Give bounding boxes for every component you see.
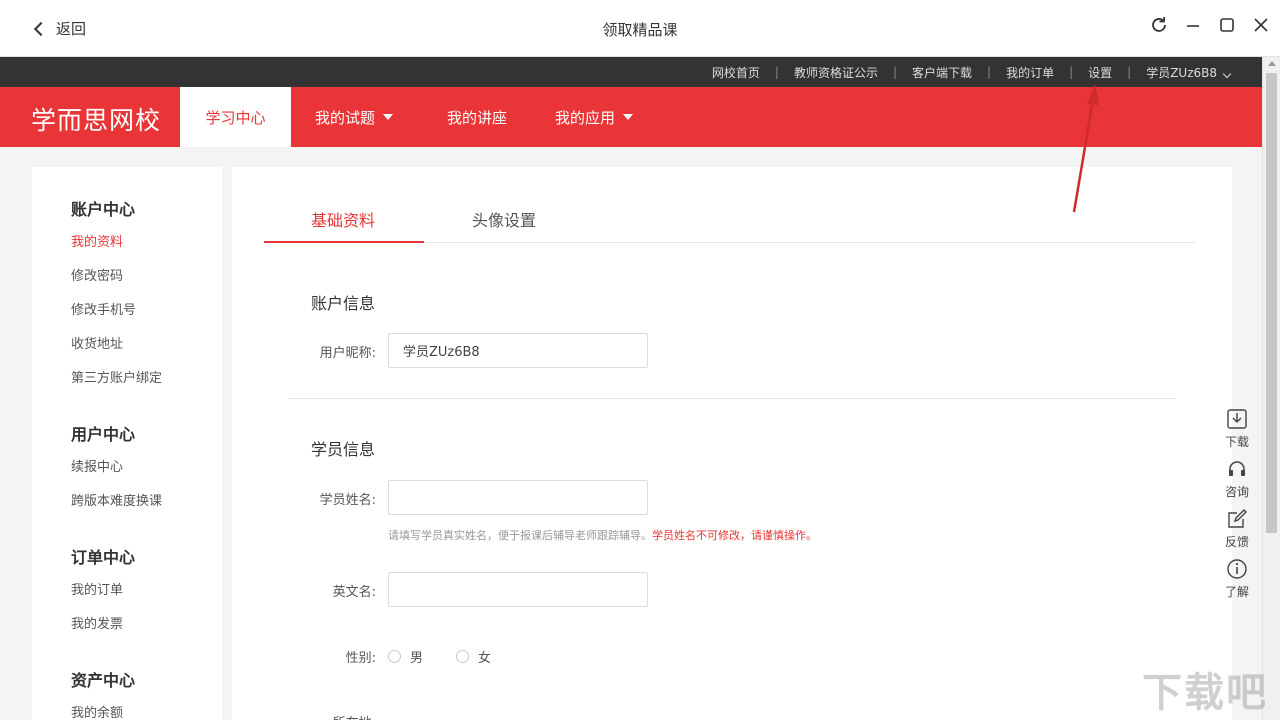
sidebar-group-account: 账户中心 [71, 200, 136, 219]
profile-panel: 基础资料 头像设置 账户信息 用户昵称: 学员ZUz6B8 学员信息 学员姓名:… [232, 167, 1232, 720]
watermark-logo: 下载吧 [1142, 670, 1268, 716]
float-download-label: 下载 [1224, 435, 1249, 449]
english-name-label: 英文名: [332, 585, 376, 600]
nickname-value: 学员ZUz6B8 [403, 345, 480, 360]
float-about[interactable]: 了解 [1218, 558, 1256, 600]
top-links: 网校首页 | 教师资格证公示 | 客户端下载 | 我的订单 | 设置 | 学员Z… [712, 57, 1232, 87]
close-icon [1254, 18, 1268, 32]
username: 学员ZUz6B8 [1146, 65, 1217, 80]
student-name-hint: 请填写学员真实姓名，便于报课后辅导老师跟踪辅导。学员姓名不可修改，请谨慎操作。 [388, 527, 817, 543]
sidebar-group-assets: 资产中心 [71, 671, 136, 690]
sidebar-item-my-balance[interactable]: 我的余额 [71, 702, 123, 720]
student-name-label: 学员姓名: [319, 493, 376, 508]
profile-tabs: 基础资料 头像设置 [264, 167, 1195, 243]
sidebar-item-change-phone[interactable]: 修改手机号 [71, 299, 136, 318]
separator: | [987, 65, 992, 79]
sidebar-item-my-profile[interactable]: 我的资料 [71, 231, 123, 250]
separator: | [1069, 65, 1074, 79]
hint-warning: 学员姓名不可修改，请谨慎操作。 [652, 529, 817, 542]
english-name-input[interactable] [388, 572, 648, 607]
nav-label: 我的讲座 [447, 108, 508, 127]
nickname-input[interactable]: 学员ZUz6B8 [388, 333, 648, 368]
float-feedback-label: 反馈 [1224, 535, 1249, 549]
tab-avatar-settings[interactable]: 头像设置 [472, 207, 536, 231]
toplink-home[interactable]: 网校首页 [712, 64, 760, 81]
float-consult-label: 咨询 [1224, 485, 1249, 499]
nickname-label: 用户昵称: [319, 346, 376, 361]
toplink-my-orders[interactable]: 我的订单 [1006, 64, 1054, 81]
top-link-bar: 网校首页 | 教师资格证公示 | 客户端下载 | 我的订单 | 设置 | 学员Z… [0, 57, 1262, 87]
minimize-icon [1187, 25, 1199, 27]
gender-option-label: 女 [478, 651, 492, 666]
sidebar-item-third-party-binding[interactable]: 第三方账户绑定 [71, 367, 162, 386]
scrollbar-thumb[interactable] [1266, 73, 1277, 533]
separator: | [1127, 65, 1132, 79]
feedback-icon [1228, 509, 1247, 528]
separator: | [892, 65, 897, 79]
float-consult[interactable]: 咨询 [1218, 458, 1256, 500]
gender-label: 性别: [345, 651, 376, 666]
refresh-button[interactable] [1148, 14, 1170, 36]
section-title-student: 学员信息 [311, 440, 376, 459]
refresh-icon [1152, 17, 1166, 32]
toplink-teacher-cert[interactable]: 教师资格证公示 [794, 64, 878, 81]
section-title-account: 账户信息 [311, 294, 376, 313]
tab-basic-info[interactable]: 基础资料 [311, 207, 375, 231]
gender-radio-female[interactable]: 女 [456, 647, 491, 666]
window-titlebar: 返回 领取精品课 [0, 0, 1280, 57]
toplink-settings[interactable]: 设置 [1088, 64, 1112, 81]
radio-circle [388, 650, 401, 663]
float-about-label: 了解 [1224, 585, 1249, 599]
nav-my-apps[interactable]: 我的应用 [537, 87, 651, 147]
nav-items: 学习中心 我的试题 我的讲座 我的应用 [180, 87, 651, 147]
nav-my-lectures[interactable]: 我的讲座 [417, 87, 537, 147]
sidebar-item-my-orders[interactable]: 我的订单 [71, 579, 123, 598]
sidebar: 账户中心 我的资料 修改密码 修改手机号 收货地址 第三方账户绑定 用户中心 续… [32, 167, 222, 720]
sidebar-item-change-password[interactable]: 修改密码 [71, 265, 123, 284]
minimize-button[interactable] [1182, 14, 1204, 36]
radio-circle [456, 650, 469, 663]
main-nav: 学而思网校 学习中心 我的试题 我的讲座 我的应用 [0, 87, 1262, 147]
float-feedback[interactable]: 反馈 [1218, 508, 1256, 550]
sidebar-group-orders: 订单中心 [71, 548, 136, 567]
nav-label: 我的试题 [315, 108, 376, 127]
toplink-client-download[interactable]: 客户端下载 [912, 64, 972, 81]
float-download[interactable]: 下载 [1218, 408, 1256, 450]
sidebar-item-shipping-address[interactable]: 收货地址 [71, 333, 123, 352]
brand-logo[interactable]: 学而思网校 [31, 101, 161, 137]
hint-text: 请填写学员真实姓名，便于报课后辅导老师跟踪辅导。 [388, 529, 652, 542]
nav-label: 学习中心 [205, 108, 266, 127]
headset-icon [1229, 461, 1245, 476]
nav-my-tests[interactable]: 我的试题 [291, 87, 417, 147]
chevron-down-icon [1222, 69, 1232, 78]
separator: | [774, 65, 779, 79]
maximize-icon [1220, 18, 1234, 32]
vertical-scrollbar[interactable] [1262, 57, 1280, 720]
dropdown-triangle-icon [623, 114, 634, 120]
dropdown-triangle-icon [383, 114, 394, 120]
scroll-up-icon[interactable] [1268, 61, 1276, 66]
close-button[interactable] [1250, 14, 1272, 36]
sidebar-item-switch-course[interactable]: 跨版本难度换课 [71, 490, 162, 509]
location-label: 所在地: [276, 712, 376, 720]
gender-radio-male[interactable]: 男 [388, 647, 423, 666]
maximize-button[interactable] [1216, 14, 1238, 36]
active-tab-indicator [264, 241, 424, 243]
nav-label: 我的应用 [555, 108, 616, 127]
nav-study-center[interactable]: 学习中心 [180, 87, 291, 147]
window-title: 领取精品课 [602, 21, 678, 39]
sidebar-group-user: 用户中心 [71, 425, 136, 444]
gender-option-label: 男 [410, 651, 424, 666]
user-menu[interactable]: 学员ZUz6B8 [1146, 64, 1232, 81]
sidebar-item-renewal[interactable]: 续报中心 [71, 456, 123, 475]
section-divider [288, 398, 1176, 399]
info-icon [1227, 559, 1247, 579]
window-controls [1148, 14, 1272, 36]
download-icon [1227, 409, 1247, 429]
student-name-input[interactable] [388, 480, 648, 515]
sidebar-item-my-invoices[interactable]: 我的发票 [71, 613, 123, 632]
